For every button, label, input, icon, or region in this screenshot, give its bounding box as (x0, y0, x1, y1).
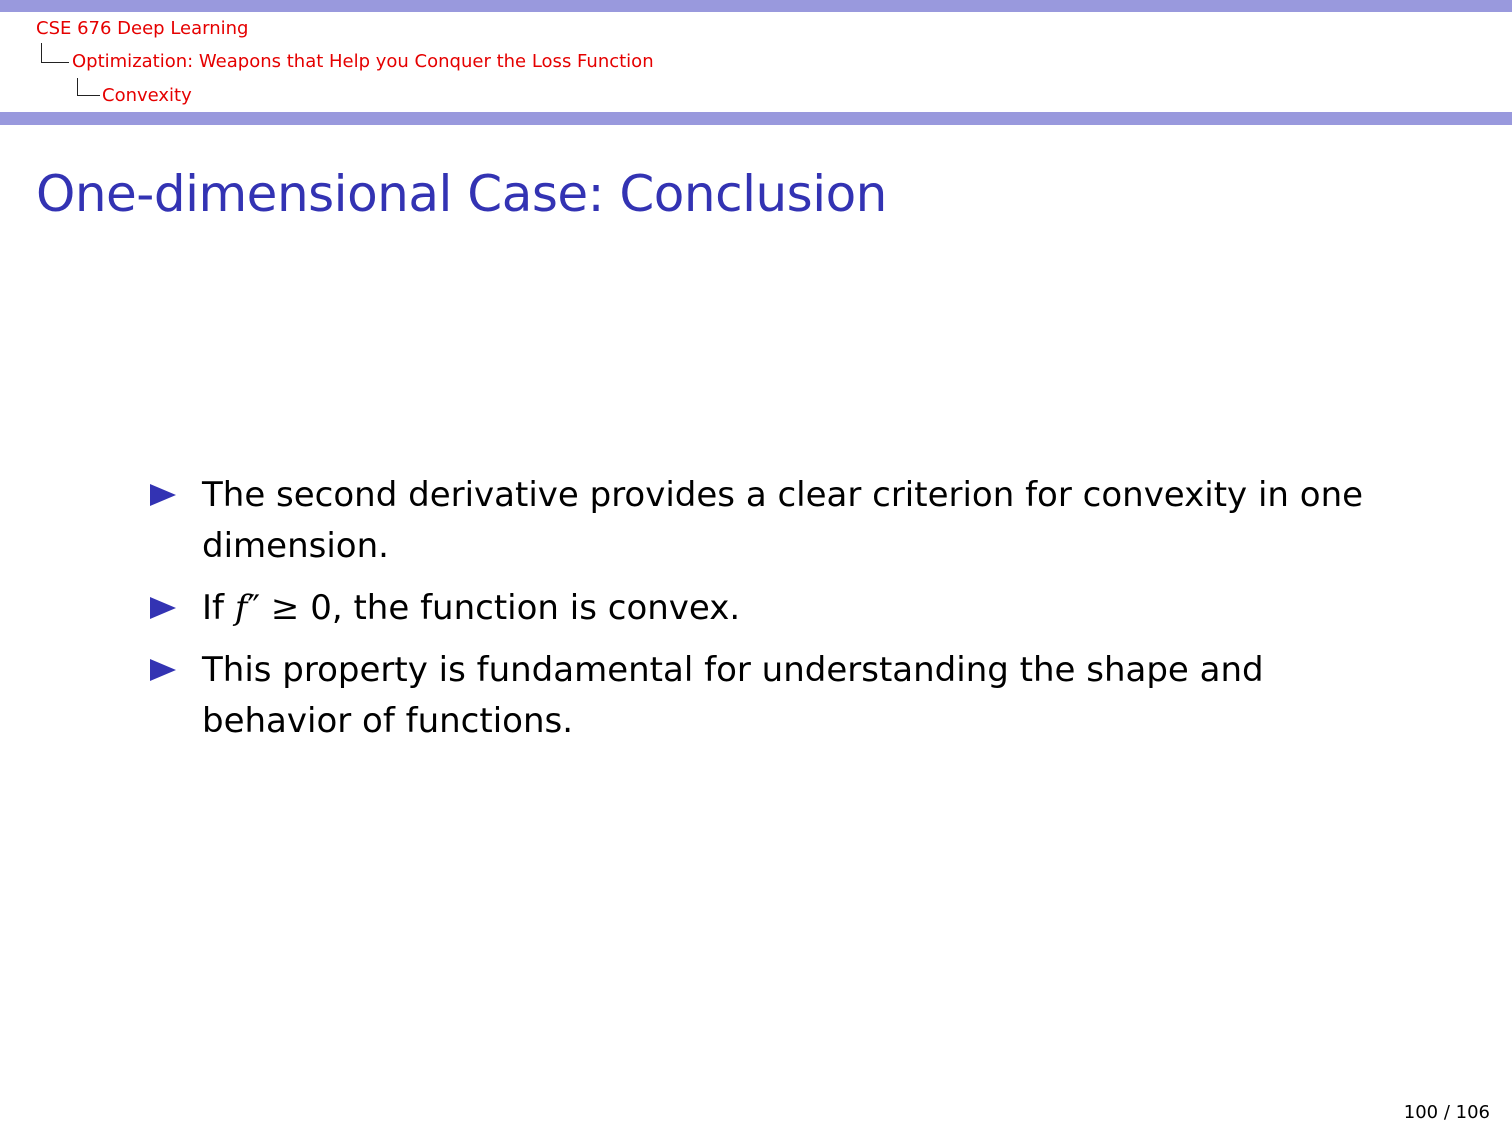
math-value: 0 (310, 588, 332, 628)
breadcrumb-subsection[interactable]: Convexity (102, 85, 192, 107)
math-function-symbol: f (234, 588, 248, 628)
breadcrumb-section[interactable]: Optimization: Weapons that Help you Conq… (72, 51, 654, 73)
bullet-item: If f″ ≥ 0, the function is convex. (150, 583, 1400, 634)
bullet-text: The second derivative provides a clear c… (202, 475, 1364, 566)
tree-connector-icon (41, 43, 69, 63)
bullet-item: The second derivative provides a clear c… (150, 470, 1400, 572)
bullet-list: The second derivative provides a clear c… (150, 470, 1400, 758)
triangle-right-icon (150, 484, 176, 506)
triangle-right-icon (150, 659, 176, 681)
bullet-suffix: , the function is convex. (331, 588, 741, 628)
header-bar-top (0, 0, 1512, 12)
page-number: 100 / 106 (1403, 1102, 1490, 1123)
slide: CSE 676 Deep Learning Optimization: Weap… (0, 0, 1512, 1134)
math-relation: ≥ (260, 588, 311, 628)
breadcrumb-course[interactable]: CSE 676 Deep Learning (36, 18, 248, 40)
triangle-right-icon (150, 597, 176, 619)
bullet-text: This property is fundamental for underst… (202, 650, 1264, 741)
math-double-prime: ″ (247, 588, 261, 628)
bullet-prefix: If (202, 588, 235, 628)
tree-connector-icon (77, 78, 100, 96)
bullet-item: This property is fundamental for underst… (150, 645, 1400, 747)
header-bar-bottom (0, 112, 1512, 125)
slide-title: One-dimensional Case: Conclusion (36, 165, 887, 223)
